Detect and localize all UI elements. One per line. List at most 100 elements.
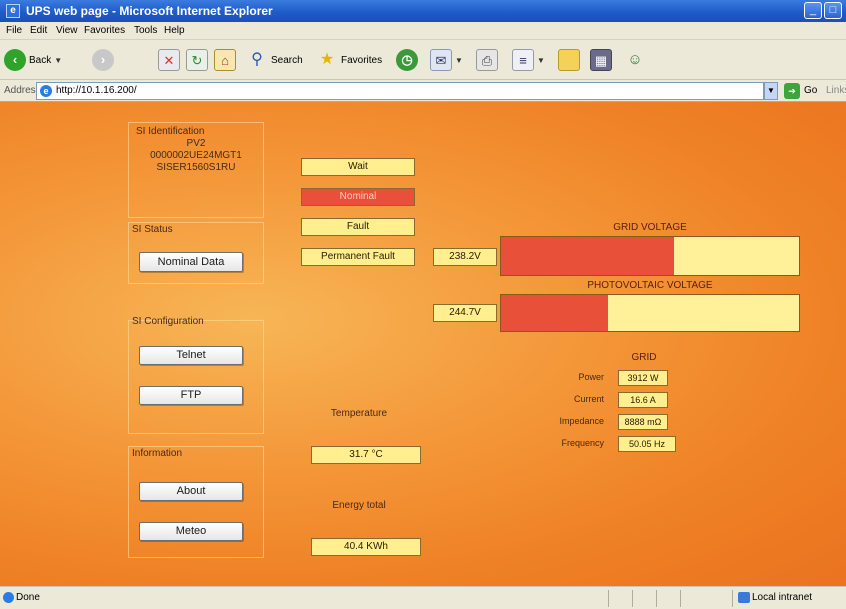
grid-value-current: 16.6 A	[618, 392, 668, 408]
page-done-icon	[3, 592, 14, 603]
messenger-icon: ☺	[627, 51, 643, 68]
grid-voltage-value: 238.2V	[433, 248, 497, 266]
search-label: Search	[271, 54, 303, 66]
folder-button[interactable]	[558, 49, 580, 71]
stop-icon: ✕	[158, 49, 180, 71]
maximize-button[interactable]: □	[824, 2, 842, 19]
edit-button[interactable]: ≡ ▼	[512, 49, 545, 71]
favorites-star-icon: ★	[319, 51, 335, 68]
identification-model: PV2	[186, 138, 206, 149]
messenger-button[interactable]: ☺	[624, 49, 646, 71]
print-button[interactable]: ⎙	[476, 49, 498, 71]
grid-label-impedance: Impedance	[559, 416, 604, 426]
status-divider	[680, 590, 681, 607]
back-dropdown-icon[interactable]: ▼	[54, 56, 62, 65]
refresh-icon: ↻	[186, 49, 208, 71]
status-divider	[656, 590, 657, 607]
grid-title: GRID	[631, 352, 657, 363]
status-indicator-permanent-fault: Permanent Fault	[301, 248, 415, 266]
security-zone-text: Local intranet	[752, 592, 813, 603]
search-button[interactable]: ⚲ Search	[246, 49, 303, 71]
menu-edit[interactable]: Edit	[30, 25, 47, 36]
mail-icon: ✉	[430, 49, 452, 71]
identification-title: SI Identification	[136, 126, 205, 137]
browser-window: e UPS web page - Microsoft Internet Expl…	[0, 0, 846, 609]
home-icon: ⌂	[214, 49, 236, 71]
grid-label-current: Current	[573, 394, 604, 404]
status-done-text: Done	[16, 592, 40, 603]
go-arrow-icon[interactable]: ➔	[784, 83, 800, 99]
stop-button[interactable]: ✕	[158, 49, 180, 71]
status-divider	[732, 590, 733, 607]
research-button[interactable]: ▦	[590, 49, 612, 71]
status-divider	[608, 590, 609, 607]
menu-tools[interactable]: Tools	[134, 25, 157, 36]
address-dropdown-button[interactable]: ▼	[764, 82, 778, 100]
identification-code: SISER1560S1RU	[156, 162, 236, 173]
grid-voltage-bar-fill	[501, 237, 674, 275]
home-button[interactable]: ⌂	[214, 49, 236, 71]
status-indicator-nominal: Nominal	[301, 188, 415, 206]
links-button[interactable]: Links	[826, 85, 846, 96]
status-indicator-fault: Fault	[301, 218, 415, 236]
favorites-button[interactable]: ★ Favorites	[316, 49, 382, 71]
grid-value-impedance: 8888 mΩ	[618, 414, 668, 430]
status-divider	[632, 590, 633, 607]
grid-label-power: Power	[578, 372, 604, 382]
mail-button[interactable]: ✉ ▼	[430, 49, 463, 71]
grid-value-power: 3912 W	[618, 370, 668, 386]
grid-value-frequency: 50.05 Hz	[618, 436, 676, 452]
research-icon: ▦	[590, 49, 612, 71]
identification-serial: 0000002UE24MGT1	[150, 150, 242, 161]
pv-voltage-title: PHOTOVOLTAIC VOLTAGE	[587, 280, 713, 291]
information-panel	[128, 446, 264, 558]
go-button[interactable]: Go	[804, 85, 817, 96]
temperature-label: Temperature	[330, 408, 388, 419]
edit-dropdown-icon[interactable]: ▼	[537, 56, 545, 65]
back-arrow-icon: ‹	[4, 49, 26, 71]
forward-button[interactable]: ›	[92, 49, 114, 71]
intranet-zone-icon	[738, 592, 750, 603]
window-title: UPS web page - Microsoft Internet Explor…	[26, 4, 273, 18]
ie-app-icon: e	[6, 4, 20, 18]
address-bar: Address e http://10.1.16.200/ ▼ ➔ Go Lin…	[0, 80, 846, 102]
pv-voltage-value: 244.7V	[433, 304, 497, 322]
refresh-button[interactable]: ↻	[186, 49, 208, 71]
history-icon: ◷	[396, 49, 418, 71]
history-button[interactable]: ◷	[396, 49, 418, 71]
mail-dropdown-icon[interactable]: ▼	[455, 56, 463, 65]
print-icon: ⎙	[476, 49, 498, 71]
grid-voltage-title: GRID VOLTAGE	[613, 222, 687, 233]
address-input[interactable]: e http://10.1.16.200/	[36, 82, 764, 100]
edit-page-icon: ≡	[512, 49, 534, 71]
toolbar: ‹ Back ▼ › ✕ ↻ ⌂ ⚲ Search ★ Favorites ◷ …	[0, 40, 846, 80]
status-title: SI Status	[132, 224, 173, 235]
status-bar: Done Local intranet	[0, 586, 846, 609]
menu-help[interactable]: Help	[164, 25, 185, 36]
pv-voltage-bar	[500, 294, 800, 332]
energy-total-label: Energy total	[332, 500, 386, 511]
menu-view[interactable]: View	[56, 25, 78, 36]
ftp-button[interactable]: FTP	[139, 386, 243, 405]
menu-bar: File Edit View Favorites Tools Help	[0, 22, 846, 40]
favorites-label: Favorites	[341, 54, 383, 66]
back-button[interactable]: ‹ Back ▼	[4, 49, 62, 71]
pv-voltage-bar-fill	[501, 295, 609, 331]
forward-arrow-icon: ›	[92, 49, 114, 71]
search-icon: ⚲	[251, 51, 263, 68]
about-button[interactable]: About	[139, 482, 243, 501]
menu-file[interactable]: File	[6, 25, 22, 36]
configuration-title: SI Configuration	[132, 316, 204, 327]
minimize-button[interactable]: _	[804, 2, 822, 19]
information-title: Information	[132, 448, 183, 459]
grid-voltage-bar	[500, 236, 800, 276]
telnet-button[interactable]: Telnet	[139, 346, 243, 365]
meteo-button[interactable]: Meteo	[139, 522, 243, 541]
address-url: http://10.1.16.200/	[56, 85, 137, 96]
status-indicator-wait: Wait	[301, 158, 415, 176]
folder-icon	[558, 49, 580, 71]
energy-total-value: 40.4 KWh	[311, 538, 421, 556]
grid-label-frequency: Frequency	[561, 438, 604, 448]
nominal-data-button[interactable]: Nominal Data	[139, 252, 243, 272]
menu-favorites[interactable]: Favorites	[84, 25, 125, 36]
